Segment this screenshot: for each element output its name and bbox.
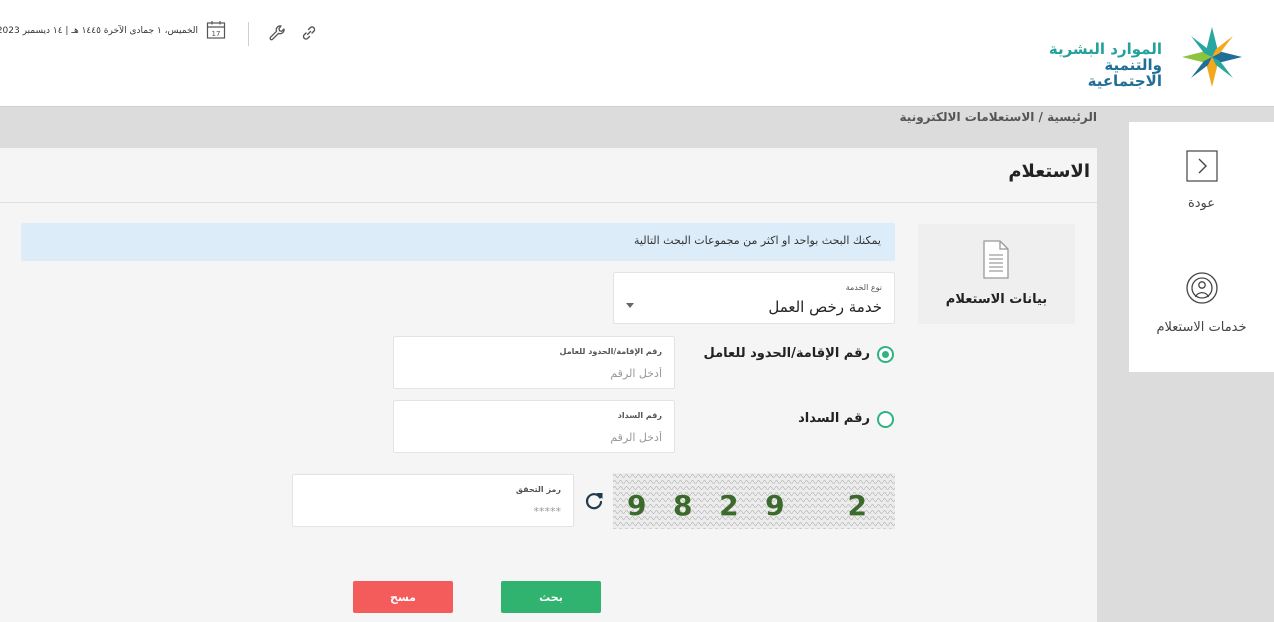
sidebar: عودة خدمات الاستعلام: [1129, 122, 1274, 372]
link-icon[interactable]: [300, 24, 318, 42]
radio-iqama-label: رقم الإقامة/الحدود للعامل: [703, 346, 870, 361]
sidebar-back-label: عودة: [1187, 196, 1216, 211]
sidebar-item-services[interactable]: خدمات الاستعلام: [1129, 272, 1274, 335]
radio-payment-number[interactable]: رقم السداد: [700, 411, 894, 431]
service-type-caption: نوع الخدمة: [845, 283, 882, 292]
captcha-image: 9829 2: [613, 473, 895, 529]
info-banner-text: يمكنك البحث بواحد او اكثر من مجموعات الب…: [634, 234, 881, 247]
info-banner: يمكنك البحث بواحد او اكثر من مجموعات الب…: [21, 223, 895, 261]
calendar-day: 17: [212, 30, 221, 38]
document-icon: [983, 240, 1009, 279]
radio-payment-label: رقم السداد: [798, 411, 870, 426]
radio-payment-circle[interactable]: [877, 411, 894, 428]
service-type-value: خدمة رخص العمل: [768, 298, 882, 316]
header-date: الخميس، ١ جمادى الآخرة ١٤٤٥ هـ | ١٤ ديسم…: [0, 26, 198, 36]
clear-button[interactable]: مسح: [353, 581, 453, 613]
sidebar-services-label: خدمات الاستعلام: [1156, 320, 1247, 335]
captcha-input[interactable]: [311, 502, 561, 520]
payment-number-input[interactable]: [412, 428, 662, 446]
payment-number-field: رقم السداد: [393, 400, 675, 453]
top-header: الموارد البشرية والتنمية الاجتماعية 17 ا…: [0, 0, 1274, 107]
refresh-captcha-icon[interactable]: [583, 490, 605, 512]
breadcrumb[interactable]: الرئيسية / الاستعلامات الالكترونية: [900, 110, 1097, 124]
iqama-number-field: رقم الإقامة/الحدود للعامل: [393, 336, 675, 389]
iqama-number-input[interactable]: [412, 364, 662, 382]
iqama-number-caption: رقم الإقامة/الحدود للعامل: [559, 347, 662, 356]
radio-iqama-circle[interactable]: [877, 346, 894, 363]
captcha-graphic: 9829 2: [613, 473, 895, 529]
radio-iqama-number[interactable]: رقم الإقامة/الحدود للعامل: [700, 346, 894, 366]
calendar-icon: 17: [206, 21, 226, 39]
main-panel: الاستعلام يمكنك البحث بواحد او اكثر من م…: [0, 148, 1097, 622]
sidebar-item-back[interactable]: عودة: [1129, 150, 1274, 211]
chevron-right-icon: [1185, 150, 1218, 182]
wrench-icon[interactable]: [268, 24, 286, 42]
logo-text: الموارد البشرية والتنمية الاجتماعية: [1034, 41, 1162, 89]
broadcast-icon: [1185, 272, 1218, 304]
caret-down-icon: [626, 303, 634, 308]
logo-line-1: الموارد البشرية: [1048, 40, 1162, 58]
page-title: الاستعلام: [1008, 161, 1090, 182]
title-divider: [0, 202, 1097, 203]
service-type-select[interactable]: نوع الخدمة خدمة رخص العمل: [613, 272, 895, 324]
captcha-field: رمز التحقق: [292, 474, 574, 527]
captcha-caption: رمز التحقق: [515, 485, 561, 494]
payment-number-caption: رقم السداد: [617, 411, 662, 420]
search-button[interactable]: بحث: [501, 581, 601, 613]
ministry-logo[interactable]: الموارد البشرية والتنمية الاجتماعية: [1034, 25, 1244, 89]
logo-star-icon: [1182, 27, 1242, 87]
tab-query-data-label: بيانات الاستعلام: [945, 292, 1048, 307]
logo-line-2: والتنمية الاجتماعية: [1087, 56, 1162, 90]
header-divider: [248, 22, 249, 46]
tab-query-data[interactable]: بيانات الاستعلام: [918, 224, 1075, 324]
